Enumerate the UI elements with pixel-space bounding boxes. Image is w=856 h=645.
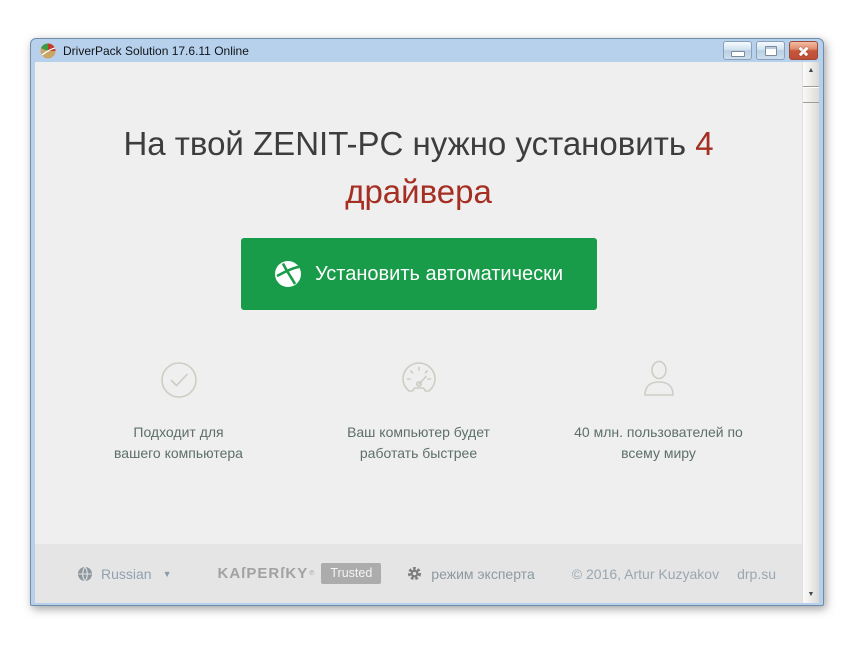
driverpack-window: DriverPack Solution 17.6.11 Online На тв… bbox=[30, 38, 824, 606]
feature-label: Подходит длявашего компьютера bbox=[59, 422, 299, 464]
minimize-button[interactable] bbox=[723, 41, 752, 60]
install-automatically-button[interactable]: Установить автоматически bbox=[241, 238, 597, 310]
maximize-button[interactable] bbox=[756, 41, 785, 60]
feature-label: Ваш компьютер будетработать быстрее bbox=[299, 422, 539, 464]
expert-mode-label: режим эксперта bbox=[431, 566, 534, 582]
close-button[interactable] bbox=[789, 41, 818, 60]
window-controls bbox=[723, 41, 818, 60]
kaspersky-mark: ℗ bbox=[309, 570, 314, 577]
scrollbar-thumb[interactable] bbox=[803, 86, 819, 103]
copyright-text: © 2016, Artur Kuzyakov bbox=[572, 566, 719, 582]
kaspersky-trusted: KAſPERſKY℗ Trusted bbox=[218, 563, 382, 584]
driverpack-logo-icon bbox=[40, 43, 56, 59]
window-title: DriverPack Solution 17.6.11 Online bbox=[63, 44, 249, 58]
gear-icon bbox=[407, 566, 422, 581]
feature-faster: Ваш компьютер будетработать быстрее bbox=[299, 354, 539, 464]
feature-users: 40 млн. пользователей повсему миру bbox=[539, 354, 779, 464]
globe-icon bbox=[77, 566, 93, 582]
scroll-up-button[interactable]: ▲ bbox=[803, 62, 819, 79]
maximize-icon bbox=[765, 46, 777, 56]
feature-compatible: Подходит длявашего компьютера bbox=[59, 354, 299, 464]
heading-driver-count: 4 bbox=[695, 125, 713, 162]
feature-label: 40 млн. пользователей повсему миру bbox=[539, 422, 779, 464]
expert-mode-link[interactable]: режим эксперта bbox=[407, 566, 534, 582]
language-selector[interactable]: Russian ▼ bbox=[77, 566, 172, 582]
heading-prefix: На твой ZENIT-PC нужно установить bbox=[123, 125, 695, 162]
chevron-down-icon: ▼ bbox=[163, 569, 172, 579]
scroll-down-icon: ▼ bbox=[808, 591, 815, 598]
heading-driver-word: драйвера bbox=[345, 173, 492, 210]
scroll-down-button[interactable]: ▼ bbox=[803, 586, 819, 603]
user-icon bbox=[637, 357, 681, 403]
features-row: Подходит длявашего компьютера bbox=[35, 354, 802, 464]
vertical-scrollbar[interactable]: ▲ ▼ bbox=[802, 62, 819, 603]
main-area: На твой ZENIT-PC нужно установить 4 драйв… bbox=[35, 120, 802, 464]
trusted-badge: Trusted bbox=[321, 563, 381, 584]
titlebar[interactable]: DriverPack Solution 17.6.11 Online bbox=[31, 39, 823, 62]
drp-su-link[interactable]: drp.su bbox=[737, 566, 776, 582]
language-label: Russian bbox=[101, 566, 152, 582]
check-circle-icon bbox=[159, 360, 199, 400]
scroll-up-icon: ▲ bbox=[808, 67, 815, 74]
install-button-label: Установить автоматически bbox=[315, 263, 563, 286]
window-body: На твой ZENIT-PC нужно установить 4 драйв… bbox=[35, 62, 819, 603]
minimize-icon bbox=[731, 51, 745, 57]
driverpack-sphere-icon bbox=[274, 260, 302, 288]
page-title: На твой ZENIT-PC нужно установить 4 драйв… bbox=[35, 120, 802, 216]
kaspersky-logo: KAſPERſKY bbox=[218, 565, 309, 582]
close-icon bbox=[797, 44, 810, 57]
footer-bar: Russian ▼ KAſPERſKY℗ Trusted режим экспе… bbox=[35, 544, 802, 603]
speedometer-icon bbox=[398, 359, 440, 401]
